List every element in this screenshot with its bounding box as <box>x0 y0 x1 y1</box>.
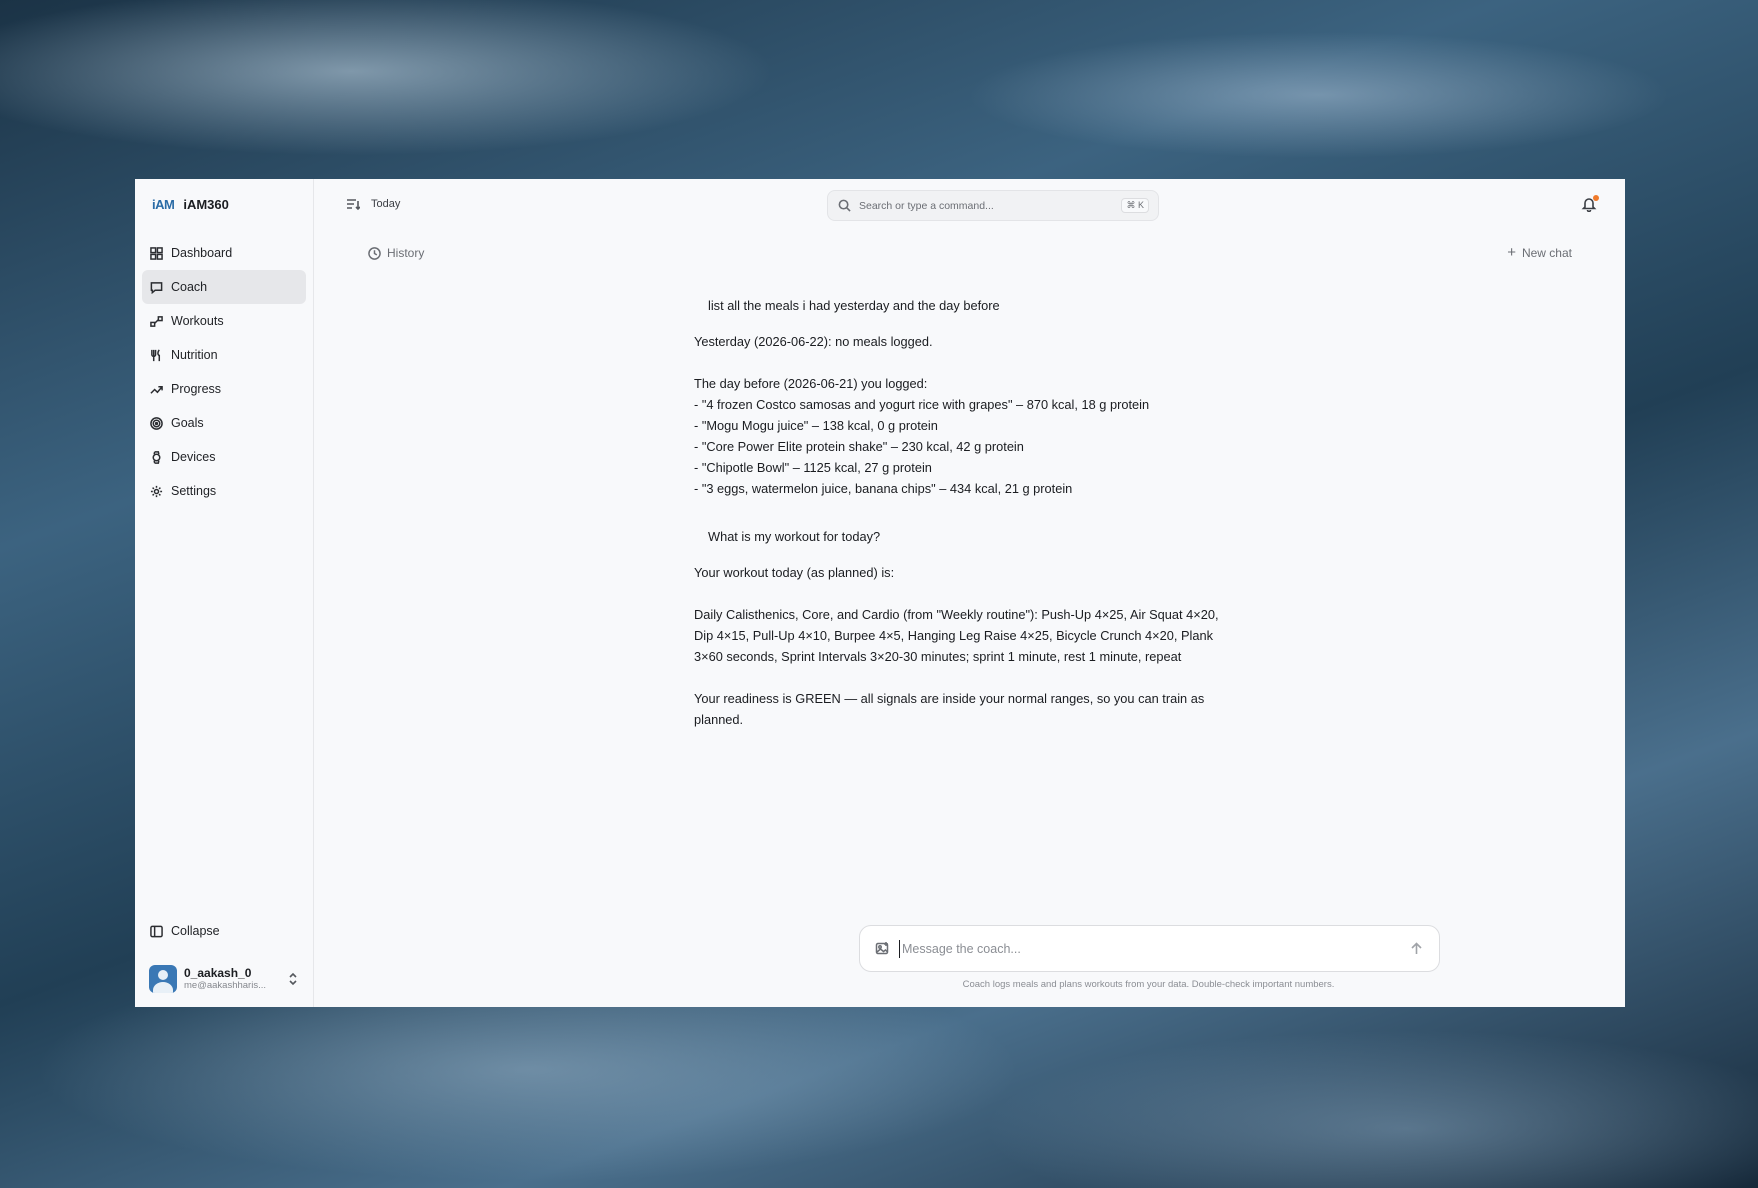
user-message: list all the meals i had yesterday and t… <box>708 289 1260 321</box>
sidebar-item-label: Nutrition <box>171 348 218 362</box>
sidebar-item-workouts[interactable]: Workouts <box>142 304 306 338</box>
brand-name: iAM360 <box>183 196 229 212</box>
app-window: iAM iAM360 Dashboard Coach Workouts Nutr… <box>135 179 1625 1007</box>
search-bar[interactable]: Search or type a command... ⌘ K <box>827 190 1159 221</box>
sidebar-item-label: Dashboard <box>171 246 233 260</box>
dumbbell-icon <box>150 315 163 327</box>
sidebar-item-progress[interactable]: Progress <box>142 372 306 406</box>
message-line: Yesterday (2026-06-22): no meals logged. <box>694 334 933 349</box>
page-title: Today <box>371 198 401 210</box>
new-chat-label: New chat <box>1521 246 1572 260</box>
sidebar-item-label: Devices <box>171 450 216 464</box>
composer-disclaimer: Coach logs meals and plans workouts from… <box>962 979 1335 990</box>
message-input[interactable] <box>899 939 1400 958</box>
meal-item: - "Core Power Elite protein shake" – 230… <box>694 439 1024 454</box>
search-icon <box>838 199 851 212</box>
sidebar-item-label: Coach <box>171 280 208 294</box>
sidebar: iAM iAM360 Dashboard Coach Workouts Nutr… <box>135 179 314 1007</box>
user-message: What is my workout for today? <box>708 520 1260 552</box>
user-info: 0_aakash_0 me@aakashharis... <box>184 966 287 992</box>
chevron-up-down-icon[interactable] <box>287 972 299 986</box>
user-message-text: list all the meals i had yesterday and t… <box>708 297 1000 313</box>
sidebar-item-devices[interactable]: Devices <box>142 440 306 474</box>
meal-item: - "3 eggs, watermelon juice, banana chip… <box>694 481 1073 496</box>
meal-item: - "4 frozen Costco samosas and yogurt ri… <box>694 397 1150 412</box>
topbar: Today Search or type a command... ⌘ K <box>314 179 1625 229</box>
trend-up-icon <box>150 385 163 394</box>
gear-icon <box>150 485 163 497</box>
search-placeholder: Search or type a command... <box>859 199 994 212</box>
search-shortcut: ⌘ K <box>1121 198 1149 213</box>
coach-message: Your workout today (as planned) is: Dail… <box>694 562 1246 730</box>
user-email: me@aakashharis... <box>184 980 266 991</box>
brand-logo: iAM <box>152 196 175 212</box>
collapse-button[interactable]: Collapse <box>142 915 220 947</box>
user-message-text: What is my workout for today? <box>708 528 881 544</box>
image-attach-icon[interactable] <box>875 941 890 956</box>
sidebar-toggle-icon <box>150 925 163 937</box>
sidebar-item-settings[interactable]: Settings <box>142 474 306 508</box>
message-line: Dip 4×15, Pull-Up 4×10, Burpee 4×5, Hang… <box>694 628 1213 643</box>
sidebar-item-coach[interactable]: Coach <box>142 270 306 304</box>
notification-dot <box>1593 195 1599 201</box>
message-composer <box>859 925 1440 972</box>
sidebar-item-label: Settings <box>171 484 217 498</box>
sidebar-item-label: Workouts <box>171 314 224 328</box>
chat-icon <box>150 281 163 294</box>
plus-icon: + <box>1507 244 1516 261</box>
utensils-icon <box>151 348 161 361</box>
meal-item: - "Mogu Mogu juice" – 138 kcal, 0 g prot… <box>694 418 938 433</box>
message-line: Your readiness is GREEN — all signals ar… <box>694 691 1205 706</box>
sidebar-nav: Dashboard Coach Workouts Nutrition Progr… <box>135 236 313 508</box>
sidebar-item-goals[interactable]: Goals <box>142 406 306 440</box>
list-filter-icon[interactable] <box>346 197 360 211</box>
message-line: Your workout today (as planned) is: <box>694 565 895 580</box>
history-button[interactable]: History <box>368 246 424 260</box>
message-line: 3×60 seconds, Sprint Intervals 3×20-30 m… <box>694 649 1182 664</box>
grid-icon <box>150 246 163 260</box>
main-panel: Today Search or type a command... ⌘ K Hi… <box>314 179 1625 1007</box>
coach-message: Yesterday (2026-06-22): no meals logged.… <box>694 331 1246 499</box>
message-line: The day before (2026-06-21) you logged: <box>694 376 928 391</box>
new-chat-button[interactable]: + New chat <box>1507 244 1572 261</box>
meal-item: - "Chipotle Bowl" – 1125 kcal, 27 g prot… <box>694 460 932 475</box>
collapse-label: Collapse <box>171 924 220 938</box>
user-name: 0_aakash_0 <box>184 966 252 980</box>
target-icon <box>150 416 163 430</box>
clock-icon <box>368 246 381 260</box>
sidebar-item-label: Progress <box>171 382 222 396</box>
sidebar-item-label: Goals <box>171 416 204 430</box>
sidebar-item-dashboard[interactable]: Dashboard <box>142 236 306 270</box>
notifications-button[interactable] <box>1581 195 1599 213</box>
sidebar-item-nutrition[interactable]: Nutrition <box>142 338 306 372</box>
message-line: planned. <box>694 712 744 727</box>
user-menu[interactable]: 0_aakash_0 me@aakashharis... <box>149 963 299 995</box>
brand[interactable]: iAM iAM360 <box>135 179 313 229</box>
message-line: Daily Calisthenics, Core, and Cardio (fr… <box>694 607 1219 622</box>
avatar <box>149 965 177 993</box>
watch-icon <box>152 450 161 464</box>
history-label: History <box>387 246 425 260</box>
send-arrow-icon[interactable] <box>1410 942 1423 955</box>
